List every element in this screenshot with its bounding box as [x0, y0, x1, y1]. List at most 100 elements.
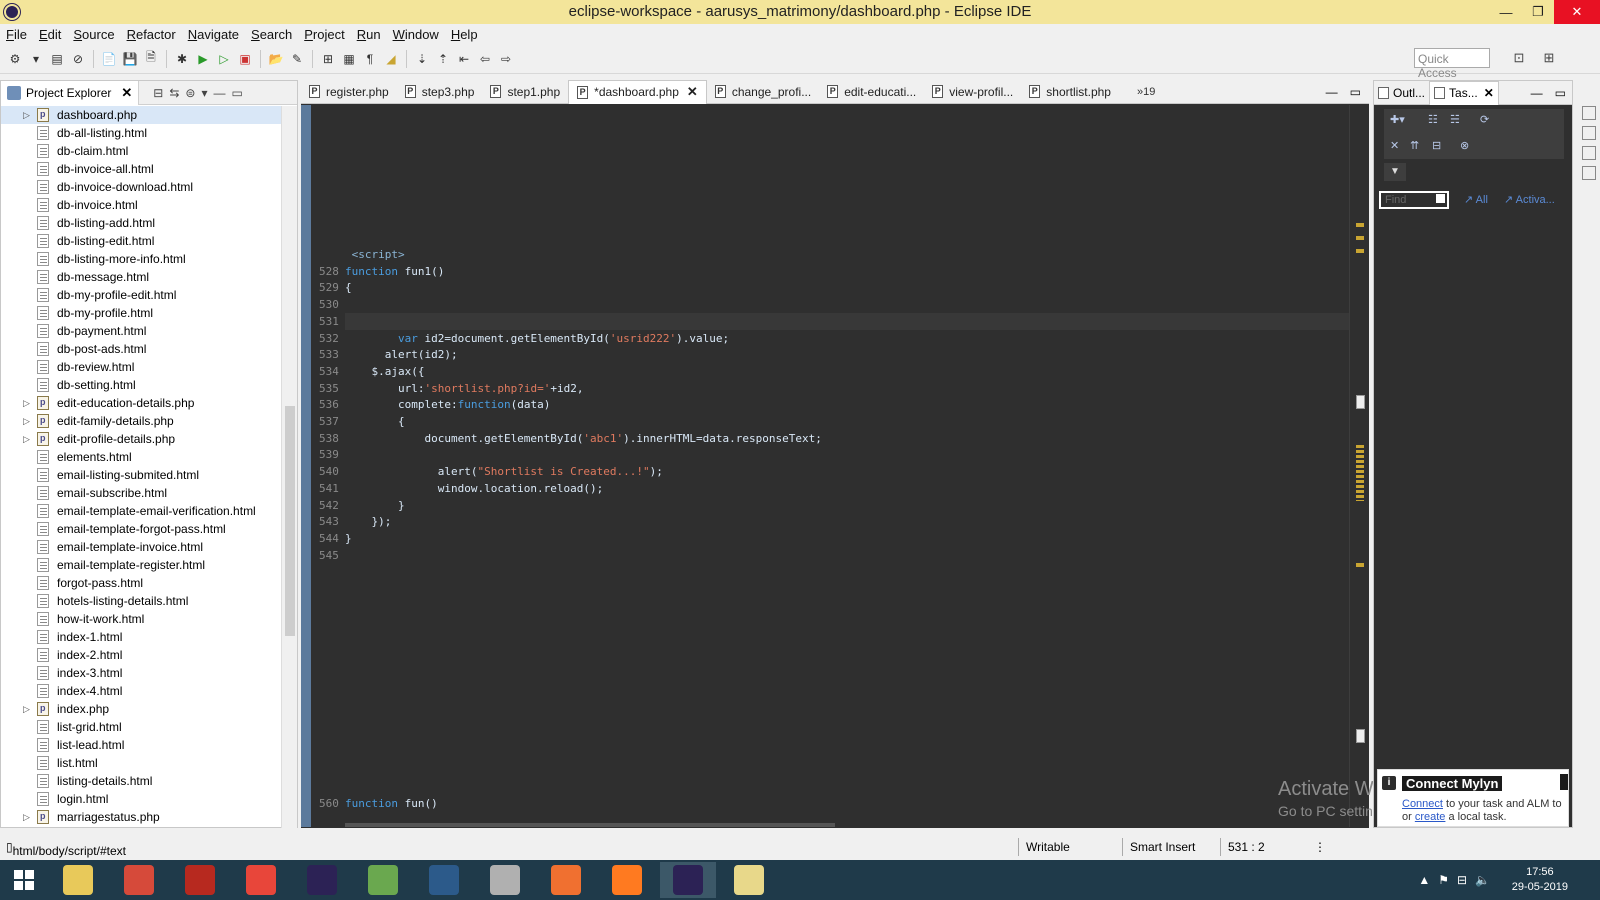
- taskbar-eclipse[interactable]: [294, 862, 350, 898]
- open-type-icon[interactable]: ⊞: [319, 50, 337, 68]
- new-task-icon[interactable]: ✚▾: [1390, 113, 1405, 126]
- tree-item[interactable]: db-invoice.html: [1, 196, 281, 214]
- editor-tab[interactable]: Pstep1.php: [482, 80, 568, 104]
- debug-icon[interactable]: ✱: [173, 50, 191, 68]
- tree-item[interactable]: db-claim.html: [1, 142, 281, 160]
- pen-icon[interactable]: ✎: [288, 50, 306, 68]
- expand-arrow-icon[interactable]: ▷: [23, 416, 37, 427]
- editor-tab[interactable]: Pchange_profi...: [707, 80, 819, 104]
- menu-refactor[interactable]: Refactor: [127, 27, 176, 42]
- activate-link[interactable]: ↗ Activa...: [1504, 193, 1555, 206]
- tab-outline[interactable]: Outl...: [1374, 81, 1429, 105]
- taskbar-tools[interactable]: [477, 862, 533, 898]
- expand-arrow-icon[interactable]: ▷: [23, 434, 37, 445]
- code-line[interactable]: [345, 547, 1349, 564]
- menu-project[interactable]: Project: [304, 27, 344, 42]
- maximize-panel-icon[interactable]: ▭: [1555, 86, 1566, 100]
- connect-link[interactable]: Connect: [1402, 798, 1443, 810]
- filter-all-link[interactable]: ↗ All: [1464, 193, 1488, 206]
- taskbar-chrome[interactable]: [111, 862, 167, 898]
- code-line[interactable]: [345, 446, 1349, 463]
- tree-item[interactable]: ▷ edit-education-details.php: [1, 394, 281, 412]
- overview-ruler[interactable]: [1349, 105, 1369, 827]
- tree-item[interactable]: ▷ edit-family-details.php: [1, 412, 281, 430]
- tree-item[interactable]: email-listing-submited.html: [1, 466, 281, 484]
- last-edit-icon[interactable]: ⇤: [455, 50, 473, 68]
- flag-icon[interactable]: ⚑: [1438, 873, 1449, 887]
- categorize-icon[interactable]: ☷: [1428, 113, 1438, 126]
- status-menu-icon[interactable]: ⋮: [1314, 840, 1326, 854]
- editor-tab[interactable]: Pstep3.php: [397, 80, 483, 104]
- tree-item[interactable]: db-post-ads.html: [1, 340, 281, 358]
- tab-project-explorer[interactable]: Project Explorer ✕: [1, 80, 140, 105]
- taskbar-folder[interactable]: [721, 862, 777, 898]
- tree-item[interactable]: list.html: [1, 754, 281, 772]
- tree-item[interactable]: db-listing-edit.html: [1, 232, 281, 250]
- code-line[interactable]: {: [345, 413, 1349, 430]
- taskbar-notepad[interactable]: [355, 862, 411, 898]
- collapse-all-icon[interactable]: ⊟: [153, 86, 163, 100]
- tree-item[interactable]: email-template-invoice.html: [1, 538, 281, 556]
- menu-navigate[interactable]: Navigate: [188, 27, 239, 42]
- tree-item[interactable]: ▷ edit-profile-details.php: [1, 430, 281, 448]
- start-button[interactable]: [0, 860, 48, 900]
- tree-item[interactable]: index-4.html: [1, 682, 281, 700]
- repository-icon[interactable]: ⊗: [1460, 139, 1469, 152]
- tree-item[interactable]: email-template-register.html: [1, 556, 281, 574]
- tree-item[interactable]: db-invoice-all.html: [1, 160, 281, 178]
- editor-tab[interactable]: P *dashboard.php ✕: [568, 79, 707, 104]
- console-icon[interactable]: [1581, 126, 1596, 140]
- tree-item[interactable]: index-3.html: [1, 664, 281, 682]
- save-all-icon[interactable]: 🗎: [142, 50, 160, 68]
- tree-item[interactable]: db-payment.html: [1, 322, 281, 340]
- tree-item[interactable]: db-invoice-download.html: [1, 178, 281, 196]
- tree-item[interactable]: db-all-listing.html: [1, 124, 281, 142]
- tree-item[interactable]: ▷ index.php: [1, 700, 281, 718]
- new-file-icon[interactable]: 📄: [100, 50, 118, 68]
- view-menu-icon[interactable]: ▼: [1384, 163, 1406, 181]
- tray-overflow-icon[interactable]: ▲: [1418, 873, 1430, 887]
- code-line[interactable]: url:'shortlist.php?id='+id2,: [345, 380, 1349, 397]
- taskbar-firefox[interactable]: [599, 862, 655, 898]
- expand-arrow-icon[interactable]: ▷: [23, 398, 37, 409]
- tree-item[interactable]: hotels-listing-details.html: [1, 592, 281, 610]
- show-whitespace-icon[interactable]: ¶: [361, 50, 379, 68]
- tree-item[interactable]: list-grid.html: [1, 718, 281, 736]
- close-icon[interactable]: [1560, 774, 1568, 790]
- minimize-panel-icon[interactable]: —: [1531, 86, 1543, 100]
- menu-file[interactable]: File: [6, 27, 27, 42]
- close-icon[interactable]: ✕: [687, 84, 698, 100]
- code-line[interactable]: }: [345, 497, 1349, 514]
- volume-icon[interactable]: 🔈: [1475, 873, 1490, 887]
- tree-item[interactable]: how-it-work.html: [1, 610, 281, 628]
- next-annotation-icon[interactable]: ⇣: [413, 50, 431, 68]
- code-line[interactable]: <script>: [345, 246, 1349, 263]
- minimize-panel-icon[interactable]: —: [1326, 85, 1338, 99]
- taskbar-mysql-workbench[interactable]: [416, 862, 472, 898]
- taskbar-file-explorer[interactable]: [50, 862, 106, 898]
- run-icon[interactable]: ▶: [194, 50, 212, 68]
- tree-item[interactable]: email-template-email-verification.html: [1, 502, 281, 520]
- code-line[interactable]: $.ajax({: [345, 363, 1349, 380]
- editor-tab[interactable]: Pregister.php: [301, 80, 397, 104]
- link-editor-icon[interactable]: ⇆: [169, 86, 179, 100]
- tree-item[interactable]: db-setting.html: [1, 376, 281, 394]
- menu-edit[interactable]: Edit: [39, 27, 61, 42]
- forward-icon[interactable]: ⇨: [497, 50, 515, 68]
- external-tools-icon[interactable]: ▣: [236, 50, 254, 68]
- tree-item[interactable]: email-subscribe.html: [1, 484, 281, 502]
- tree-item[interactable]: ▷ marriagestatus.php: [1, 808, 281, 826]
- project-tree-scrollbar[interactable]: [281, 106, 297, 828]
- code-line[interactable]: complete:function(data): [345, 396, 1349, 413]
- create-link[interactable]: create: [1415, 811, 1446, 823]
- debug-perspective-icon[interactable]: ⚙: [6, 50, 24, 68]
- close-button[interactable]: ✕: [1554, 0, 1600, 24]
- horizontal-scrollbar[interactable]: [345, 822, 1349, 828]
- clock[interactable]: 17:56 29-05-2019: [1512, 865, 1568, 895]
- code-line[interactable]: [345, 312, 1349, 330]
- editor-tab[interactable]: Pshortlist.php: [1021, 80, 1119, 104]
- clear-icon[interactable]: [1436, 194, 1445, 203]
- code-line[interactable]: {: [345, 279, 1349, 296]
- close-icon[interactable]: ✕: [1484, 86, 1494, 100]
- close-icon[interactable]: ✕: [121, 85, 132, 101]
